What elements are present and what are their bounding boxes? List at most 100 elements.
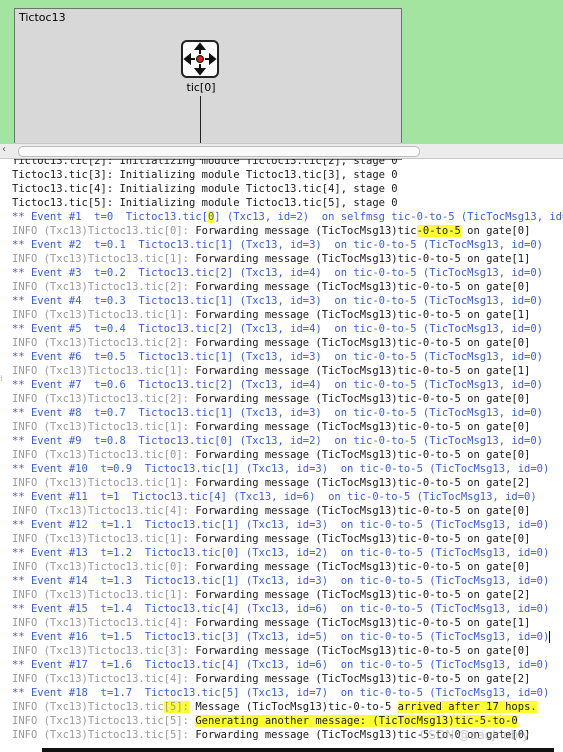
- log-text: Forwarding message (TicTocMsg13)tic-0-to…: [195, 617, 531, 629]
- log-text: Forwarding message (TicTocMsg13)tic-0-to…: [195, 365, 531, 377]
- log-text: ** Event #6 t=0.5 Tictoc13.tic[1] (Txc13…: [12, 351, 544, 363]
- log-text: ** Event #3 t=0.2 Tictoc13.tic[2] (Txc13…: [12, 267, 544, 279]
- log-text: Forwarding message (TicTocMsg13)tic-0-to…: [195, 393, 531, 405]
- info-line: INFO (Txc13)Tictoc13.tic[0]: Forwarding …: [12, 560, 563, 574]
- event-line: ** Event #14 t=1.3 Tictoc13.tic[1] (Txc1…: [12, 574, 563, 588]
- log-view[interactable]: Tictoc13.tic[2]: Initializing module Tic…: [0, 159, 563, 752]
- info-line: INFO (Txc13)Tictoc13.tic[1]: Forwarding …: [12, 364, 563, 378]
- event-line: ** Event #15 t=1.4 Tictoc13.tic[4] (Txc1…: [12, 602, 563, 616]
- highlighted-text: -0-to-5: [416, 225, 461, 237]
- log-line: Tictoc13.tic[2]: Initializing module Tic…: [12, 159, 563, 168]
- log-text: INFO (Txc13)Tictoc13.tic[4]:: [12, 673, 196, 685]
- log-text: ** Event #10 t=0.9 Tictoc13.tic[1] (Txc1…: [12, 463, 550, 475]
- log-text: ** Event #11 t=1 Tictoc13.tic[4] (Txc13,…: [12, 491, 537, 503]
- event-line: ** Event #4 t=0.3 Tictoc13.tic[1] (Txc13…: [12, 294, 563, 308]
- log-lines: Tictoc13.tic[2]: Initializing module Tic…: [12, 159, 563, 742]
- log-text: ** Event #4 t=0.3 Tictoc13.tic[1] (Txc13…: [12, 295, 544, 307]
- event-line: ** Event #1 t=0 Tictoc13.tic[0] (Txc13, …: [12, 210, 563, 224]
- log-text: ** Event #8 t=0.7 Tictoc13.tic[1] (Txc13…: [12, 407, 544, 419]
- log-text: INFO (Txc13)Tictoc13.tic[4]:: [12, 505, 196, 517]
- info-line: INFO (Txc13)Tictoc13.tic[1]: Forwarding …: [12, 252, 563, 266]
- event-line: ** Event #2 t=0.1 Tictoc13.tic[1] (Txc13…: [12, 238, 563, 252]
- log-text: INFO (Txc13)Tictoc13.tic[3]:: [12, 645, 196, 657]
- log-text: on gate[0]: [460, 225, 531, 237]
- info-line: INFO (Txc13)Tictoc13.tic[1]: Forwarding …: [12, 532, 563, 546]
- log-text: Message (TicTocMsg13)tic-0-to-5: [195, 701, 398, 713]
- info-line: INFO (Txc13)Tictoc13.tic[4]: Forwarding …: [12, 616, 563, 630]
- event-line: ** Event #13 t=1.2 Tictoc13.tic[0] (Txc1…: [12, 546, 563, 560]
- info-line: INFO (Txc13)Tictoc13.tic[2]: Forwarding …: [12, 336, 563, 350]
- highlighted-text: [5]:: [163, 701, 190, 713]
- router-icon[interactable]: [181, 40, 219, 78]
- event-line: ** Event #17 t=1.6 Tictoc13.tic[4] (Txc1…: [12, 658, 563, 672]
- log-text: ** Event #2 t=0.1 Tictoc13.tic[1] (Txc13…: [12, 239, 544, 251]
- log-text: INFO (Txc13)Tictoc13.tic[0]:: [12, 561, 196, 573]
- event-line: ** Event #9 t=0.8 Tictoc13.tic[0] (Txc13…: [12, 434, 563, 448]
- info-line: INFO (Txc13)Tictoc13.tic[1]: Forwarding …: [12, 476, 563, 490]
- log-text: INFO (Txc13)Tictoc13.tic[1]:: [12, 365, 196, 377]
- log-text: Tictoc13.tic[3]: Initializing module Tic…: [12, 169, 398, 181]
- log-text: ** Event #13 t=1.2 Tictoc13.tic[0] (Txc1…: [12, 547, 550, 559]
- event-line: ** Event #3 t=0.2 Tictoc13.tic[2] (Txc13…: [12, 266, 563, 280]
- event-line: ** Event #5 t=0.4 Tictoc13.tic[2] (Txc13…: [12, 322, 563, 336]
- event-line: ** Event #6 t=0.5 Tictoc13.tic[1] (Txc13…: [12, 350, 563, 364]
- highlighted-text: arrived after 17 hops.: [397, 701, 537, 713]
- bottom-bar: [42, 748, 554, 752]
- log-text: ** Event #15 t=1.4 Tictoc13.tic[4] (Txc1…: [12, 603, 550, 615]
- event-line: ** Event #7 t=0.6 Tictoc13.tic[2] (Txc13…: [12, 378, 563, 392]
- info-line: INFO (Txc13)Tictoc13.tic[2]: Forwarding …: [12, 392, 563, 406]
- info-line: INFO (Txc13)Tictoc13.tic[4]: Forwarding …: [12, 672, 563, 686]
- scroll-left-icon[interactable]: ‹: [2, 144, 6, 155]
- log-text: Tictoc13.tic[4]: Initializing module Tic…: [12, 183, 398, 195]
- module-title: Tictoc13: [19, 11, 66, 24]
- event-line: ** Event #11 t=1 Tictoc13.tic[4] (Txc13,…: [12, 490, 563, 504]
- info-line: INFO (Txc13)Tictoc13.tic[3]: Forwarding …: [12, 644, 563, 658]
- log-text: Forwarding message (TicTocMsg13)tic-0-to…: [195, 421, 531, 433]
- info-line: INFO (Txc13)Tictoc13.tic[5]: Message (Ti…: [12, 700, 563, 714]
- network-canvas[interactable]: Tictoc13 tic[0]: [0, 0, 563, 160]
- log-text: ** Event #7 t=0.6 Tictoc13.tic[2] (Txc13…: [12, 379, 544, 391]
- log-text: INFO (Txc13)Tictoc13.tic[5]:: [12, 715, 196, 727]
- horizontal-scrollbar[interactable]: ‹: [0, 143, 563, 159]
- log-text: Forwarding message (TicTocMsg13)tic-0-to…: [195, 309, 531, 321]
- info-line: INFO (Txc13)Tictoc13.tic[1]: Forwarding …: [12, 588, 563, 602]
- log-text: Forwarding message (TicTocMsg13)tic-0-to…: [195, 477, 531, 489]
- log-text: Forwarding message (TicTocMsg13)tic-0-to…: [195, 673, 531, 685]
- log-text: ** Event #14 t=1.3 Tictoc13.tic[1] (Txc1…: [12, 575, 550, 587]
- log-text: Forwarding message (TicTocMsg13)tic-0-to…: [195, 505, 531, 517]
- log-text: Forwarding message (TicTocMsg13)tic-0-to…: [195, 589, 531, 601]
- log-text: ** Event #9 t=0.8 Tictoc13.tic[0] (Txc13…: [12, 435, 544, 447]
- info-line: INFO (Txc13)Tictoc13.tic[1]: Forwarding …: [12, 308, 563, 322]
- log-text: INFO (Txc13)Tictoc13.tic: [12, 701, 164, 713]
- info-line: INFO (Txc13)Tictoc13.tic[1]: Forwarding …: [12, 420, 563, 434]
- log-text: INFO (Txc13)Tictoc13.tic[1]:: [12, 533, 196, 545]
- info-line: INFO (Txc13)Tictoc13.tic[2]: Forwarding …: [12, 280, 563, 294]
- log-text: ** Event #17 t=1.6 Tictoc13.tic[4] (Txc1…: [12, 659, 550, 671]
- splitter-handle[interactable]: ⁞: [0, 374, 4, 383]
- log-text: Forwarding message (TicTocMsg13)tic: [195, 225, 417, 237]
- log-text: INFO (Txc13)Tictoc13.tic[0]:: [12, 225, 196, 237]
- log-text: ** Event #16 t=1.5 Tictoc13.tic[3] (Txc1…: [12, 631, 550, 643]
- event-line: ** Event #16 t=1.5 Tictoc13.tic[3] (Txc1…: [12, 630, 563, 644]
- log-text: INFO (Txc13)Tictoc13.tic[1]:: [12, 589, 196, 601]
- log-text: ** Event #5 t=0.4 Tictoc13.tic[2] (Txc13…: [12, 323, 544, 335]
- info-line: INFO (Txc13)Tictoc13.tic[0]: Forwarding …: [12, 224, 563, 238]
- log-text: ** Event #1 t=0 Tictoc13.tic[: [12, 211, 208, 223]
- log-text: Forwarding message (TicTocMsg13)tic-0-to…: [195, 281, 531, 293]
- event-line: ** Event #12 t=1.1 Tictoc13.tic[1] (Txc1…: [12, 518, 563, 532]
- log-text: INFO (Txc13)Tictoc13.tic[5]:: [12, 729, 196, 741]
- log-line: Tictoc13.tic[3]: Initializing module Tic…: [12, 168, 563, 182]
- log-text: INFO (Txc13)Tictoc13.tic[4]:: [12, 617, 196, 629]
- log-text: INFO (Txc13)Tictoc13.tic[1]:: [12, 309, 196, 321]
- log-text: Forwarding message (TicTocMsg13)tic-0-to…: [195, 253, 531, 265]
- watermark: CSDN @aaoJnobfy: [420, 728, 530, 742]
- event-line: ** Event #10 t=0.9 Tictoc13.tic[1] (Txc1…: [12, 462, 563, 476]
- log-text: INFO (Txc13)Tictoc13.tic[1]:: [12, 421, 196, 433]
- log-text: Forwarding message (TicTocMsg13)tic-0-to…: [195, 337, 531, 349]
- scrollbar-thumb[interactable]: [18, 146, 420, 157]
- log-text: Forwarding message (TicTocMsg13)tic-0-to…: [195, 645, 531, 657]
- info-line: INFO (Txc13)Tictoc13.tic[4]: Forwarding …: [12, 504, 563, 518]
- event-line: ** Event #8 t=0.7 Tictoc13.tic[1] (Txc13…: [12, 406, 563, 420]
- node-label: tic[0]: [186, 81, 216, 94]
- log-line: Tictoc13.tic[4]: Initializing module Tic…: [12, 182, 563, 196]
